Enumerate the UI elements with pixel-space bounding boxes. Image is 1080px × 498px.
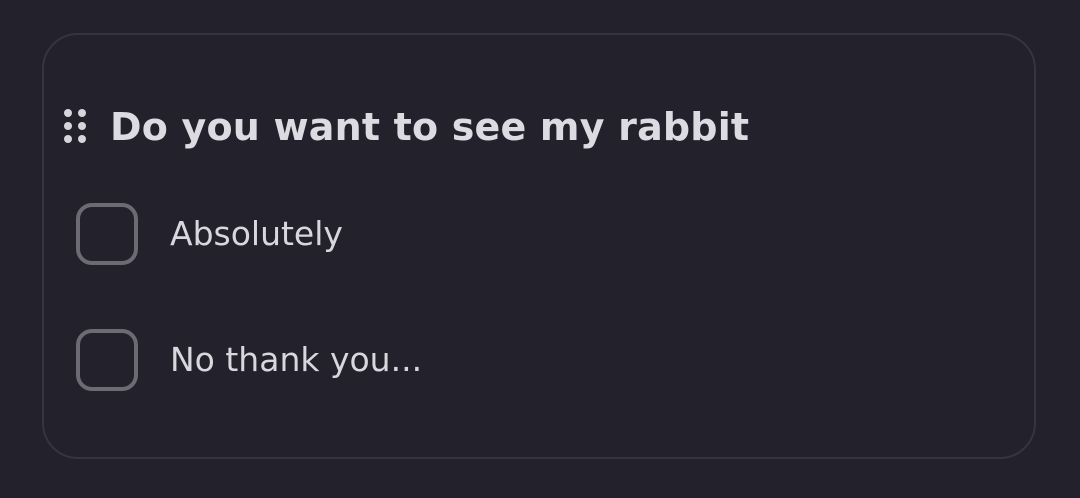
drag-dot — [78, 122, 86, 130]
drag-dot — [64, 135, 72, 143]
drag-dot — [78, 135, 86, 143]
drag-dot — [78, 109, 86, 117]
question-header: Do you want to see my rabbit — [64, 105, 749, 149]
option-label: No thank you... — [170, 340, 423, 379]
drag-dot — [64, 122, 72, 130]
option-absolutely[interactable]: Absolutely — [76, 203, 343, 265]
checkbox-unchecked-icon[interactable] — [76, 329, 138, 391]
question-title: Do you want to see my rabbit — [110, 105, 750, 149]
question-card: Do you want to see my rabbit Absolutely … — [42, 33, 1036, 459]
drag-dot — [64, 109, 72, 117]
option-label: Absolutely — [170, 214, 343, 253]
drag-handle-icon[interactable] — [64, 109, 88, 145]
option-no-thank-you[interactable]: No thank you... — [76, 329, 422, 391]
checkbox-unchecked-icon[interactable] — [76, 203, 138, 265]
